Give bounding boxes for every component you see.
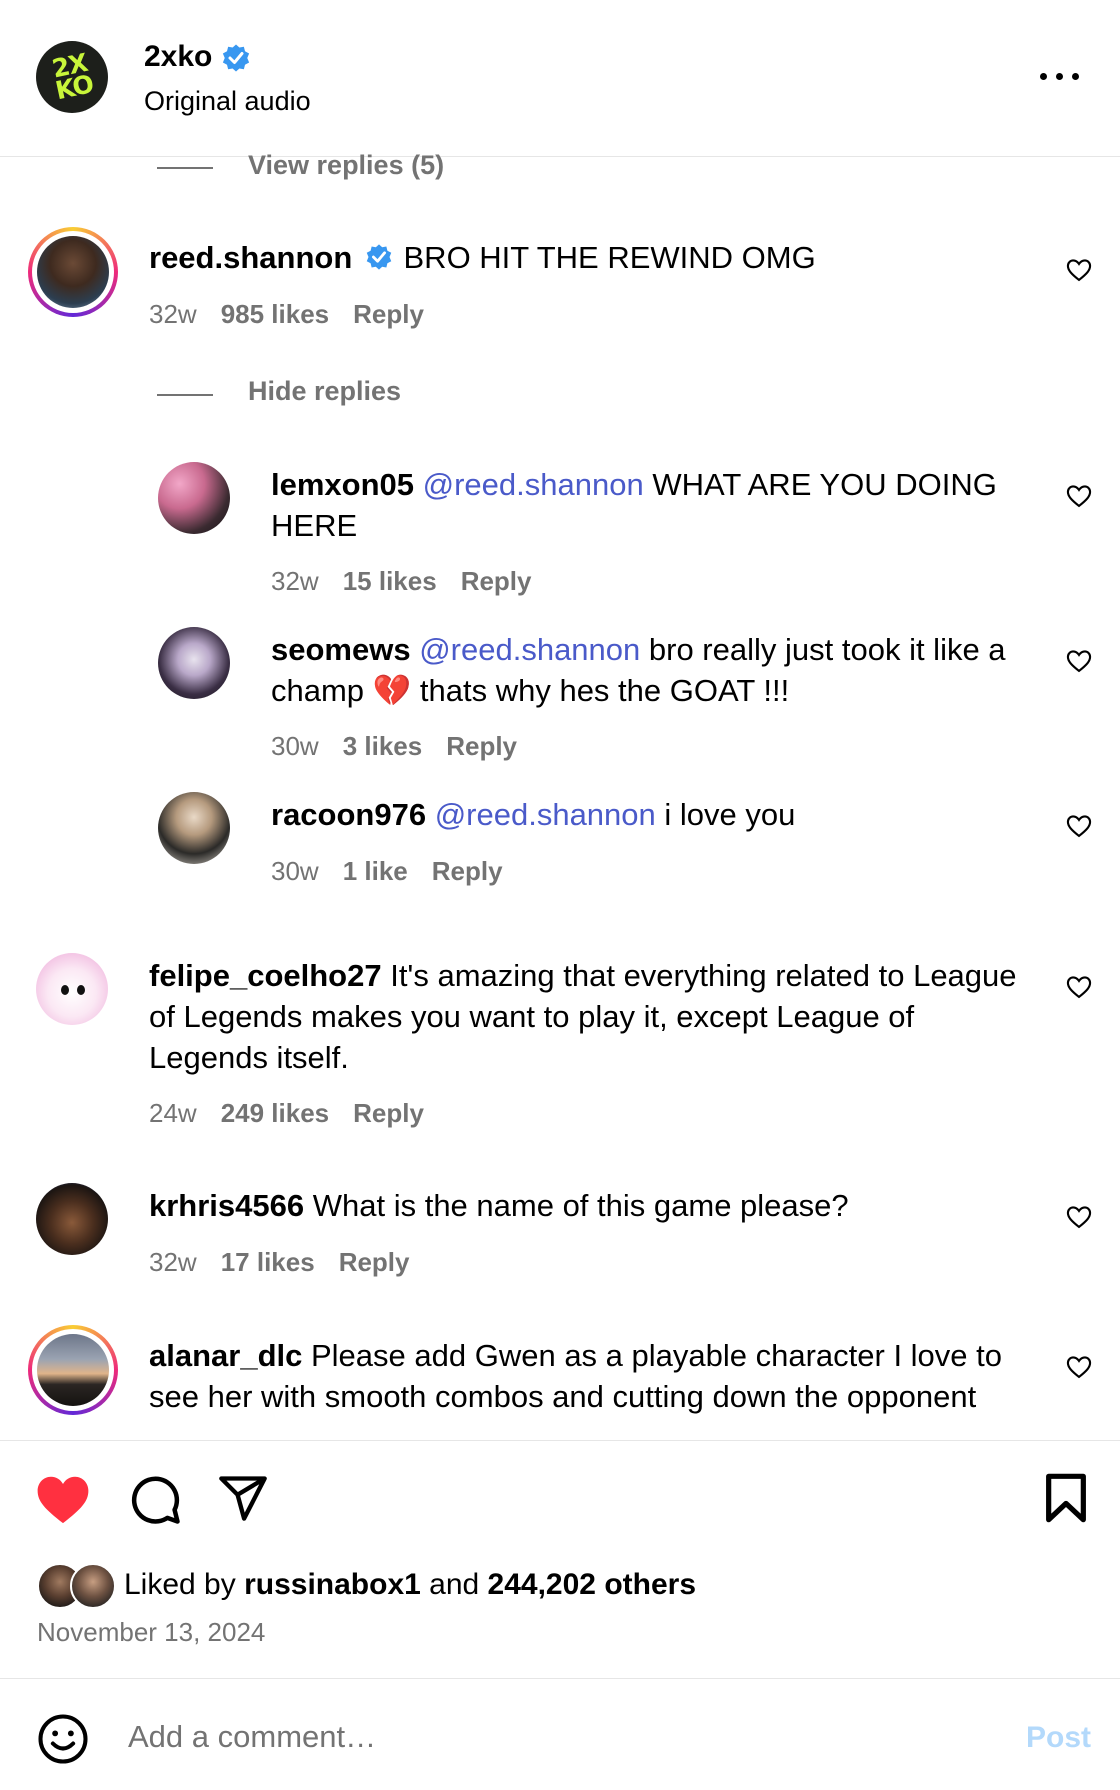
like-comment-heart-icon[interactable]: [1065, 973, 1093, 1001]
reply-username[interactable]: racoon976: [271, 797, 426, 832]
avatar-story-ring[interactable]: [28, 1325, 118, 1415]
reply-button[interactable]: Reply: [446, 731, 517, 761]
like-comment-heart-icon[interactable]: [1065, 256, 1093, 284]
comment-username[interactable]: felipe_coelho27: [149, 958, 382, 993]
avatar[interactable]: [158, 792, 230, 864]
post-button[interactable]: Post: [1026, 1721, 1091, 1755]
actions-divider: [0, 1440, 1120, 1441]
bookmark-save-icon[interactable]: [1043, 1472, 1089, 1524]
avatar[interactable]: [158, 462, 230, 534]
emoji-icon[interactable]: [36, 1712, 90, 1766]
add-comment-input[interactable]: [126, 1718, 980, 1756]
comment-text: reed.shannon BRO HIT THE REWIND OMG: [149, 240, 816, 275]
comment-username[interactable]: krhris4566: [149, 1188, 304, 1223]
account-avatar[interactable]: 2X KO: [36, 41, 108, 113]
broken-heart-emoji: 💔: [372, 673, 412, 708]
like-heart-icon[interactable]: [34, 1472, 92, 1526]
post-date[interactable]: November 13, 2024: [37, 1617, 265, 1648]
likes-count[interactable]: 244,202 others: [488, 1568, 696, 1601]
reply-button[interactable]: Reply: [339, 1247, 410, 1277]
logo-text: 2X KO: [49, 47, 96, 106]
comment-text: felipe_coelho27 It's amazing that everyt…: [149, 958, 1017, 1075]
reply-button[interactable]: Reply: [432, 856, 503, 886]
avatar[interactable]: [158, 627, 230, 699]
reply-meta: 30w 3 likes Reply: [271, 731, 518, 761]
replies-line: [157, 394, 213, 396]
reply-text: seomews @reed.shannon bro really just to…: [271, 632, 1006, 708]
reply-username[interactable]: seomews: [271, 632, 411, 667]
reply-button[interactable]: Reply: [461, 566, 532, 596]
reply-username[interactable]: lemxon05: [271, 467, 414, 502]
avatar: [37, 236, 109, 308]
reply-text: racoon976 @reed.shannon i love you: [271, 797, 796, 832]
replies-line: [157, 167, 213, 169]
avatar-story-ring[interactable]: [28, 227, 118, 317]
share-send-icon[interactable]: [216, 1472, 270, 1524]
mention-link[interactable]: @reed.shannon: [435, 797, 656, 832]
avatar: [37, 1334, 109, 1406]
verified-badge-icon: [222, 44, 249, 72]
liked-by-text: Liked by russinabox1 and 244,202 others: [124, 1568, 697, 1601]
reply-meta: 30w 1 like Reply: [271, 856, 503, 886]
comment-meta: 24w 249 likes Reply: [149, 1098, 424, 1128]
reply-button[interactable]: Reply: [353, 299, 424, 329]
liked-by-user[interactable]: russinabox1: [244, 1568, 421, 1601]
hide-replies-button[interactable]: Hide replies: [248, 376, 401, 407]
liker-avatar[interactable]: [70, 1563, 116, 1609]
reply-text: lemxon05 @reed.shannon WHAT ARE YOU DOIN…: [271, 467, 997, 543]
comment-text: alanar_dlc Please add Gwen as a playable…: [149, 1338, 1003, 1414]
comment-text: krhris4566 What is the name of this game…: [149, 1188, 849, 1223]
audio-label[interactable]: Original audio: [144, 86, 311, 117]
more-options-icon[interactable]: [1040, 70, 1080, 82]
reply-button[interactable]: Reply: [353, 1098, 424, 1128]
comment-username[interactable]: alanar_dlc: [149, 1338, 302, 1373]
comment-divider: [0, 1678, 1120, 1679]
mention-link[interactable]: @reed.shannon: [419, 632, 640, 667]
reply-meta: 32w 15 likes Reply: [271, 566, 532, 596]
like-comment-heart-icon[interactable]: [1065, 1203, 1093, 1231]
like-comment-heart-icon[interactable]: [1065, 647, 1093, 675]
verified-badge-icon: [366, 244, 392, 270]
view-replies-button[interactable]: View replies (5): [248, 150, 444, 181]
comment-meta: 32w 17 likes Reply: [149, 1247, 410, 1277]
avatar[interactable]: [36, 1183, 108, 1255]
comment-icon[interactable]: [128, 1472, 182, 1526]
comment-username[interactable]: reed.shannon: [149, 240, 352, 275]
like-comment-heart-icon[interactable]: [1065, 1353, 1093, 1381]
like-comment-heart-icon[interactable]: [1065, 482, 1093, 510]
avatar[interactable]: [36, 953, 108, 1025]
comment-meta: 32w 985 likes Reply: [149, 299, 424, 329]
account-name[interactable]: 2xko: [144, 40, 251, 74]
post-header: 2X KO 2xko Original audio: [0, 0, 1120, 157]
like-comment-heart-icon[interactable]: [1065, 812, 1093, 840]
mention-link[interactable]: @reed.shannon: [423, 467, 644, 502]
